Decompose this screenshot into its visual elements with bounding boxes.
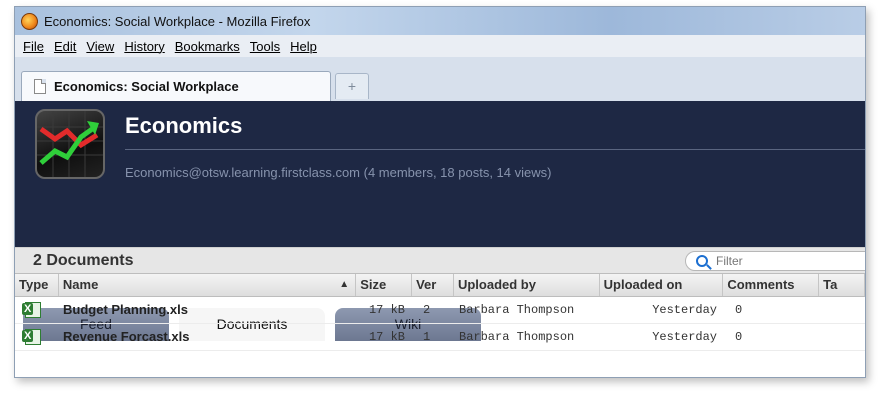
column-name[interactable]: Name ▲ <box>59 274 357 296</box>
comments-cell: 0 <box>735 303 743 317</box>
column-uploaded-on[interactable]: Uploaded on <box>600 274 724 296</box>
filter-input[interactable] <box>714 253 865 269</box>
documents-table-header: Type Name ▲ Size Ver Uploaded by Uploade… <box>15 273 865 297</box>
size-cell: 17 kB <box>368 303 405 317</box>
menu-tools[interactable]: Tools <box>250 39 280 54</box>
browser-tab-active[interactable]: Economics: Social Workplace <box>21 71 331 101</box>
browser-window: Economics: Social Workplace - Mozilla Fi… <box>14 6 866 378</box>
title-bar: Economics: Social Workplace - Mozilla Fi… <box>15 7 865 35</box>
header-divider <box>125 149 865 150</box>
menu-help[interactable]: Help <box>290 39 317 54</box>
browser-tab-strip: Economics: Social Workplace + <box>15 57 865 102</box>
new-tab-button[interactable]: + <box>335 73 369 99</box>
page-icon <box>34 79 46 94</box>
menu-bookmarks[interactable]: Bookmarks <box>175 39 240 54</box>
excel-file-icon: X <box>22 302 41 318</box>
firefox-icon <box>21 12 38 30</box>
comments-cell: 0 <box>735 330 743 344</box>
column-name-label: Name <box>62 277 99 292</box>
column-uploaded-by[interactable]: Uploaded by <box>454 274 600 296</box>
uploaded-by-cell: Barbara Thompson <box>459 330 575 344</box>
document-name-link[interactable]: Budget Planning.xls <box>59 297 357 323</box>
type-cell: X <box>15 324 59 350</box>
search-icon <box>696 255 708 267</box>
version-cell: 2 <box>423 303 431 317</box>
sort-ascending-icon: ▲ <box>339 279 350 290</box>
documents-toolbar: 2 Documents <box>15 247 865 274</box>
workspace-header: Economics Economics@otsw.learning.firstc… <box>15 101 865 341</box>
version-cell: 1 <box>423 330 431 344</box>
window-title: Economics: Social Workplace - Mozilla Fi… <box>44 13 311 29</box>
workspace-title: Economics <box>125 113 243 138</box>
column-type[interactable]: Type <box>15 274 59 296</box>
column-version[interactable]: Ver <box>412 274 454 296</box>
column-comments[interactable]: Comments <box>723 274 820 296</box>
table-row[interactable]: X Budget Planning.xls 17 kB 2 Barbara Th… <box>15 297 865 324</box>
menu-view[interactable]: View <box>86 39 114 54</box>
menu-history[interactable]: History <box>124 39 164 54</box>
uploaded-on-cell: Yesterday <box>652 303 717 317</box>
type-cell: X <box>15 297 59 323</box>
uploaded-on-cell: Yesterday <box>652 330 717 344</box>
workspace-subtitle: Economics@otsw.learning.firstclass.com (… <box>125 165 552 180</box>
excel-file-icon: X <box>22 329 41 345</box>
chart-logo-icon <box>37 111 103 177</box>
economics-chart-logo <box>35 109 105 179</box>
document-name-link[interactable]: Revenue Forcast.xls <box>59 324 357 350</box>
menu-bar: File Edit View History Bookmarks Tools H… <box>15 35 865 58</box>
filter-box[interactable] <box>685 251 865 271</box>
uploaded-by-cell: Barbara Thompson <box>459 303 575 317</box>
column-size[interactable]: Size <box>356 274 413 296</box>
column-tags[interactable]: Ta <box>819 274 865 296</box>
menu-file[interactable]: File <box>23 39 44 54</box>
size-cell: 17 kB <box>368 330 405 344</box>
documents-count: 2 Documents <box>33 252 134 269</box>
table-row[interactable]: X Revenue Forcast.xls 17 kB 1 Barbara Th… <box>15 324 865 351</box>
browser-tab-label: Economics: Social Workplace <box>54 79 239 94</box>
menu-edit[interactable]: Edit <box>54 39 76 54</box>
